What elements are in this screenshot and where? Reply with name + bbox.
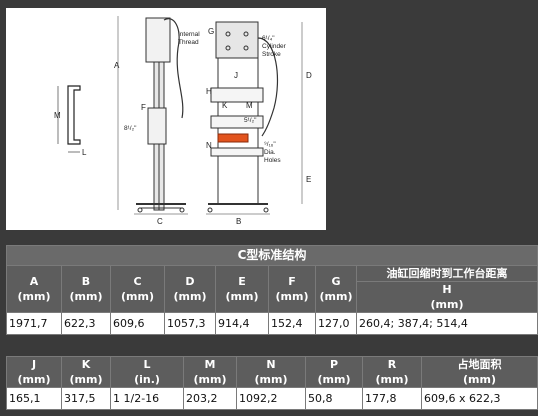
- label-stroke-3: Stroke: [262, 51, 281, 58]
- header-p: P (mm): [305, 356, 363, 388]
- header-unit: (mm): [225, 290, 259, 303]
- table-caption: C型标准结构: [6, 245, 538, 266]
- label-a: A: [114, 61, 120, 70]
- header-l: L (in.): [110, 356, 184, 388]
- label-g: G: [208, 27, 214, 36]
- label-k: K: [222, 101, 228, 110]
- label-holes-2: Dia.: [264, 149, 276, 156]
- press-dimension-drawing: M L Internal Thread A F 8¹/₂" C G H J K …: [6, 8, 326, 230]
- spec-table-2: J (mm) K (mm) L (in.) M (mm) N (mm) P (mm) R (m…: [6, 356, 538, 410]
- label-f: F: [141, 103, 146, 112]
- value-j: 165,1: [6, 387, 62, 410]
- press-diagram-svg: M L Internal Thread A F 8¹/₂" C G H J K …: [54, 16, 312, 226]
- spec-table-1: C型标准结构 A (mm) B (mm) C (mm) D (mm) E (mm) F (m…: [6, 245, 538, 335]
- table-row: 1971,7 622,3 609,6 1057,3 914,4 152,4 12…: [6, 312, 538, 335]
- header-letter: N: [266, 358, 276, 371]
- label-5half: 5¹/₂": [244, 117, 257, 124]
- header-letter: R: [387, 358, 397, 371]
- channel-profile: [57, 85, 81, 153]
- value-a: 1971,7: [6, 312, 62, 335]
- label-internal-thread: Internal: [178, 31, 200, 38]
- label-e: E: [306, 175, 311, 184]
- label-c: C: [157, 217, 163, 226]
- value-g: 127,0: [315, 312, 357, 335]
- header-unit: (mm): [463, 373, 496, 386]
- header-g: G (mm): [315, 265, 357, 313]
- label-internal-thread-2: Thread: [178, 39, 199, 46]
- header-r: R (mm): [362, 356, 422, 388]
- value-h: 260,4; 387,4; 514,4: [356, 312, 538, 335]
- header-unit: (mm): [17, 290, 51, 303]
- value-m: 203,2: [183, 387, 237, 410]
- label-b: B: [236, 217, 241, 226]
- header-footprint: 占地面积 (mm): [421, 356, 538, 388]
- header-letter: F: [288, 275, 296, 288]
- header-k: K (mm): [61, 356, 111, 388]
- header-letter: D: [185, 275, 195, 288]
- header-f: F (mm): [268, 265, 316, 313]
- header-m: M (mm): [183, 356, 237, 388]
- label-l-profile: L: [82, 148, 87, 157]
- header-d: D (mm): [164, 265, 216, 313]
- value-b: 622,3: [61, 312, 111, 335]
- header-unit: (mm): [193, 373, 227, 386]
- header-unit: (mm): [69, 290, 103, 303]
- value-k: 317,5: [61, 387, 111, 410]
- header-letter: 占地面积: [457, 358, 502, 371]
- value-c: 609,6: [110, 312, 165, 335]
- header-b: B (mm): [61, 265, 111, 313]
- header-unit: (mm): [375, 373, 409, 386]
- header-letter: K: [81, 358, 91, 371]
- header-c: C (mm): [110, 265, 165, 313]
- header-letter: G: [331, 275, 341, 288]
- value-n: 1092,2: [236, 387, 306, 410]
- value-l: 1 1/2-16: [110, 387, 184, 410]
- label-holes-1: ⁹/₁₆": [264, 141, 276, 148]
- label-holes-3: Holes: [264, 157, 281, 164]
- value-r: 177,8: [362, 387, 422, 410]
- header-letter: L: [143, 358, 151, 371]
- header-letter: E: [238, 275, 246, 288]
- header-letter: J: [31, 358, 37, 371]
- header-n: N (mm): [236, 356, 306, 388]
- header-unit: (mm): [121, 290, 154, 303]
- header-letter: C: [133, 275, 142, 288]
- header-h-group: 油缸回缩时到工作台距离: [356, 265, 538, 282]
- value-footprint: 609,6 x 622,3: [421, 387, 538, 410]
- header-letter: P: [329, 358, 339, 371]
- header-letter: B: [81, 275, 91, 288]
- label-h: H: [206, 87, 212, 96]
- label-n: N: [206, 141, 212, 150]
- header-e: E (mm): [215, 265, 269, 313]
- header-j: J (mm): [6, 356, 62, 388]
- header-unit: (mm): [319, 290, 353, 303]
- label-stroke-1: 6¹/₄": [262, 35, 275, 42]
- value-e: 914,4: [215, 312, 269, 335]
- label-m: M: [246, 101, 253, 110]
- header-letter: M: [204, 358, 216, 371]
- header-unit: (mm): [173, 290, 207, 303]
- header-unit: (in.): [134, 373, 160, 386]
- label-m-profile: M: [54, 111, 61, 120]
- table-row: 165,1 317,5 1 1/2-16 203,2 1092,2 50,8 1…: [6, 387, 538, 410]
- header-unit: (mm): [275, 290, 309, 303]
- value-p: 50,8: [305, 387, 363, 410]
- label-stroke-2: Cylinder: [262, 43, 287, 50]
- header-unit: (mm): [69, 373, 103, 386]
- header-unit: (mm): [430, 298, 464, 311]
- header-letter: A: [29, 275, 39, 288]
- header-unit: (mm): [254, 373, 288, 386]
- header-unit: (mm): [317, 373, 351, 386]
- label-8half: 8¹/₂": [124, 125, 137, 132]
- header-h: H (mm): [356, 281, 538, 313]
- value-d: 1057,3: [164, 312, 216, 335]
- header-letter: H: [442, 283, 452, 296]
- label-d: D: [306, 71, 312, 80]
- label-j: J: [234, 71, 238, 80]
- header-a: A (mm): [6, 265, 62, 313]
- header-unit: (mm): [17, 373, 51, 386]
- value-f: 152,4: [268, 312, 316, 335]
